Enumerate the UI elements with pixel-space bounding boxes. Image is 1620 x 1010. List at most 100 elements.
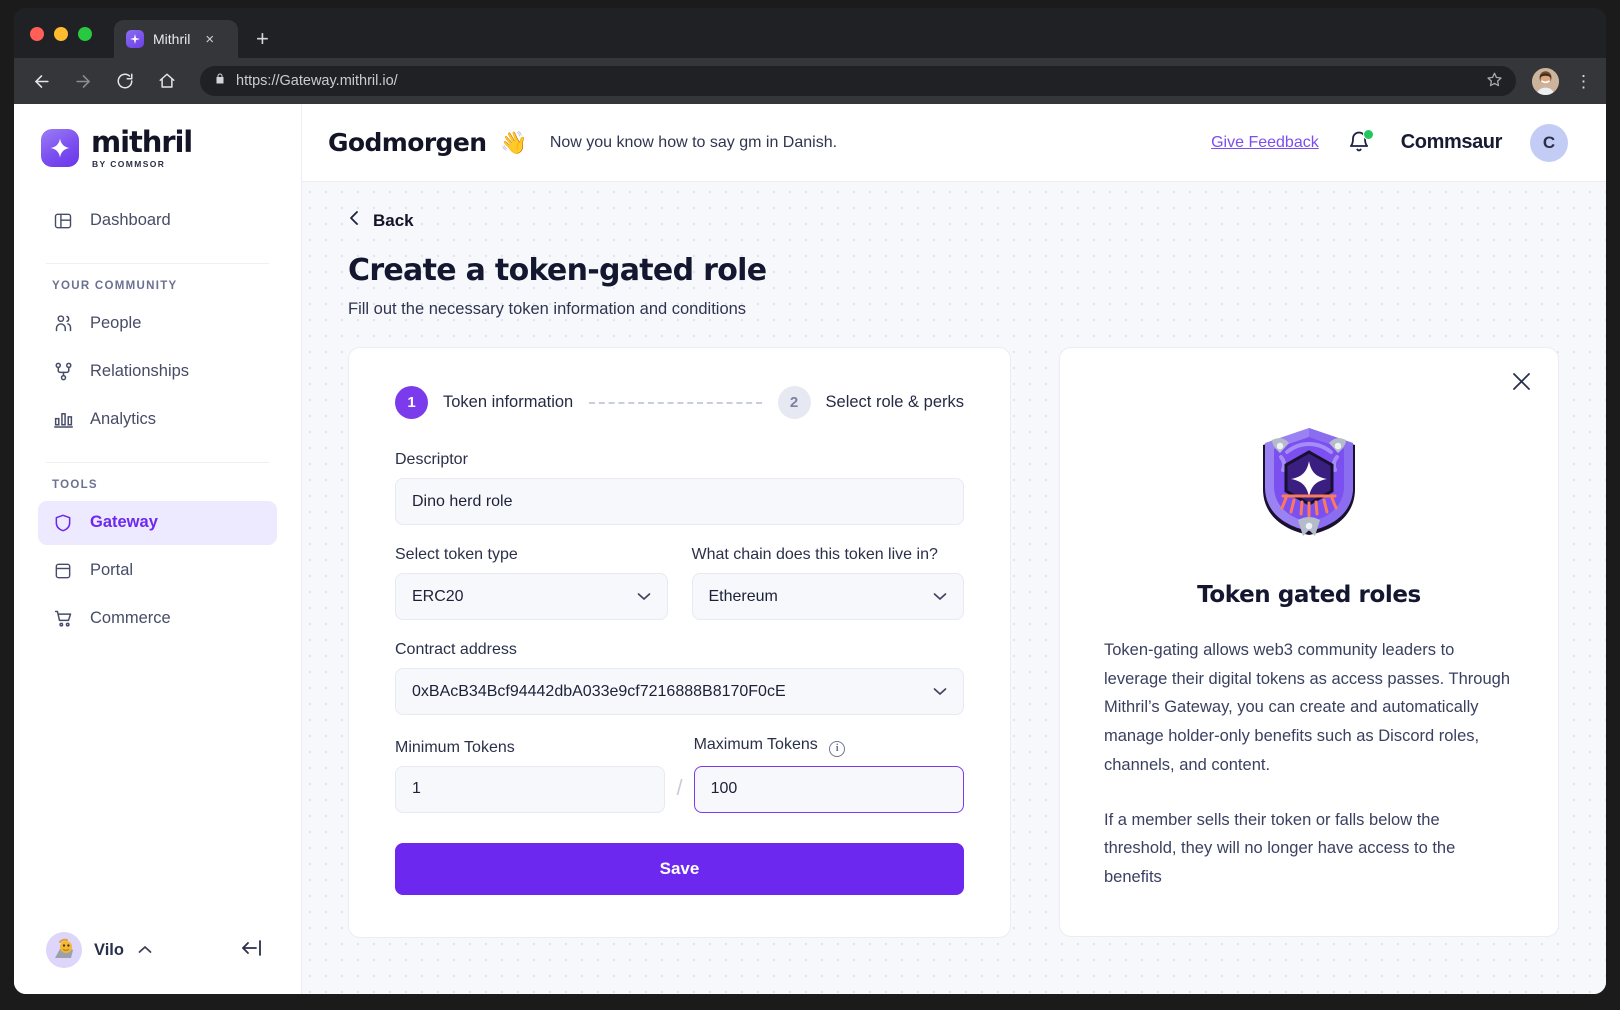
- sidebar-nav: Dashboard: [38, 199, 277, 247]
- minimize-window-button[interactable]: [54, 27, 68, 41]
- chain-select[interactable]: Ethereum: [691, 573, 964, 620]
- descriptor-value: Dino herd role: [412, 492, 513, 510]
- close-tab-icon[interactable]: ×: [205, 32, 214, 47]
- notification-dot: [1362, 128, 1374, 140]
- save-button[interactable]: Save: [395, 842, 964, 895]
- reload-button[interactable]: [112, 68, 138, 94]
- collapse-sidebar-icon[interactable]: [241, 939, 263, 962]
- descriptor-input[interactable]: Dino herd role: [395, 478, 964, 525]
- descriptor-field-group: Descriptor Dino herd role: [395, 451, 964, 525]
- sidebar-item-relationships[interactable]: Relationships: [38, 350, 277, 394]
- sidebar-item-label: Relationships: [90, 362, 190, 380]
- sidebar-item-analytics[interactable]: Analytics: [38, 398, 277, 442]
- stepper-connector: [589, 401, 762, 404]
- sidebar-item-portal[interactable]: Portal: [38, 549, 277, 593]
- greeting-subtext: Now you know how to say gm in Danish.: [549, 133, 838, 151]
- main-region: Godmorgen 👋 Now you know how to say gm i…: [302, 104, 1606, 994]
- sidebar-item-label: Analytics: [90, 410, 157, 428]
- tab-title: Mithril: [153, 31, 191, 47]
- maximum-tokens-label-text: Maximum Tokens: [693, 736, 818, 753]
- sidebar-item-label: Portal: [90, 561, 134, 579]
- maximum-tokens-value: 100: [710, 780, 738, 797]
- sidebar-item-label: Gateway: [90, 513, 158, 531]
- info-card-title: Token gated roles: [1197, 582, 1421, 608]
- lock-icon: [214, 72, 226, 90]
- back-button[interactable]: Back: [348, 210, 1560, 231]
- minimum-tokens-value: 1: [412, 780, 421, 797]
- org-avatar[interactable]: C: [1530, 123, 1568, 162]
- chain-field-group: What chain does this token live in? Ethe…: [691, 546, 964, 620]
- page-viewport: mithril BY COMMSOR Dashboard YOUR COMMUN…: [14, 104, 1606, 994]
- sidebar-item-people[interactable]: People: [38, 302, 277, 346]
- step-1-number[interactable]: 1: [395, 386, 428, 419]
- sidebar-user-name: Vilo: [94, 940, 124, 959]
- shield-icon: [52, 512, 74, 534]
- waving-hand-icon: 👋: [500, 129, 528, 155]
- bookmark-icon[interactable]: [1487, 72, 1502, 91]
- minimum-tokens-field-group: Minimum Tokens 1: [395, 738, 666, 813]
- logo-byline: BY COMMSOR: [92, 159, 166, 169]
- token-type-label: Select token type: [395, 546, 518, 563]
- chevron-down-icon: [933, 684, 947, 699]
- greeting-text: Godmorgen: [328, 128, 487, 157]
- browser-profile-avatar[interactable]: [1532, 67, 1559, 95]
- token-gated-roles-info-card: Token gated roles Token-gating allows we…: [1059, 347, 1559, 937]
- sparkle-icon: [126, 30, 144, 48]
- browser-tab[interactable]: Mithril ×: [114, 20, 238, 58]
- sidebar-item-dashboard[interactable]: Dashboard: [38, 199, 277, 243]
- sidebar-item-label: Dashboard: [90, 211, 171, 229]
- cart-icon: [52, 608, 74, 630]
- mithril-logo-icon: [41, 129, 79, 168]
- close-icon[interactable]: [1508, 368, 1534, 394]
- token-type-field-group: Select token type ERC20: [395, 546, 668, 620]
- app-logo[interactable]: mithril BY COMMSOR: [38, 104, 277, 177]
- address-bar[interactable]: https://Gateway.mithril.io/: [200, 66, 1516, 96]
- minimum-tokens-label: Minimum Tokens: [395, 738, 515, 756]
- back-label: Back: [373, 210, 414, 230]
- page-subtitle: Fill out the necessary token information…: [348, 300, 747, 318]
- descriptor-label: Descriptor: [395, 451, 468, 468]
- home-button[interactable]: [154, 68, 180, 94]
- browser-menu-icon[interactable]: ⋮: [1575, 73, 1592, 90]
- browser-toolbar: https://Gateway.mithril.io/ ⋮: [14, 58, 1606, 104]
- chevron-down-icon: [637, 589, 651, 604]
- info-card-paragraph-1: Token-gating allows web3 community leade…: [1104, 641, 1511, 774]
- url-text: https://Gateway.mithril.io/: [236, 73, 398, 89]
- maximum-tokens-field-group: Maximum Tokens i 100: [693, 736, 964, 813]
- sidebar-item-commerce[interactable]: Commerce: [38, 597, 277, 641]
- token-information-form-card: 1 Token information 2 Select role & perk…: [348, 347, 1011, 938]
- avatar[interactable]: [46, 932, 82, 968]
- info-icon[interactable]: i: [829, 740, 846, 757]
- contract-address-value: 0xBAcB34Bcf94442dbA033e9cf7216888B8170F0…: [412, 682, 786, 700]
- step-2-label: Select role & perks: [825, 393, 964, 411]
- window-traffic-lights: [30, 27, 92, 41]
- maximize-window-button[interactable]: [78, 27, 92, 41]
- portal-icon: [52, 560, 74, 582]
- range-separator: /: [676, 774, 683, 800]
- token-type-select[interactable]: ERC20: [395, 573, 668, 620]
- org-name: Commsaur: [1400, 131, 1503, 153]
- contract-address-field-group: Contract address 0xBAcB34Bcf94442dbA033e…: [395, 641, 964, 715]
- sidebar: mithril BY COMMSOR Dashboard YOUR COMMUN…: [14, 104, 302, 994]
- chevron-up-icon[interactable]: [138, 943, 152, 958]
- top-header: Godmorgen 👋 Now you know how to say gm i…: [302, 104, 1606, 182]
- minimum-tokens-input[interactable]: 1: [395, 765, 666, 813]
- analytics-icon: [52, 409, 74, 431]
- forward-button[interactable]: [70, 68, 96, 94]
- give-feedback-link[interactable]: Give Feedback: [1211, 134, 1319, 152]
- sidebar-section-heading-community: YOUR COMMUNITY: [52, 279, 178, 292]
- close-window-button[interactable]: [30, 27, 44, 41]
- back-button[interactable]: [28, 68, 54, 94]
- new-tab-button[interactable]: +: [256, 28, 269, 50]
- sidebar-footer: Vilo: [38, 932, 277, 994]
- sidebar-item-gateway[interactable]: Gateway: [38, 500, 277, 545]
- notifications-button[interactable]: [1347, 128, 1374, 156]
- sidebar-section-heading-tools: TOOLS: [52, 478, 98, 491]
- sidebar-divider-tools: [46, 461, 269, 463]
- info-card-paragraph-2: If a member sells their token or falls b…: [1104, 810, 1456, 886]
- chevron-down-icon: [933, 589, 947, 604]
- people-icon: [52, 313, 74, 335]
- maximum-tokens-input[interactable]: 100: [693, 765, 964, 813]
- contract-address-select[interactable]: 0xBAcB34Bcf94442dbA033e9cf7216888B8170F0…: [395, 668, 964, 715]
- step-2-number[interactable]: 2: [777, 386, 811, 419]
